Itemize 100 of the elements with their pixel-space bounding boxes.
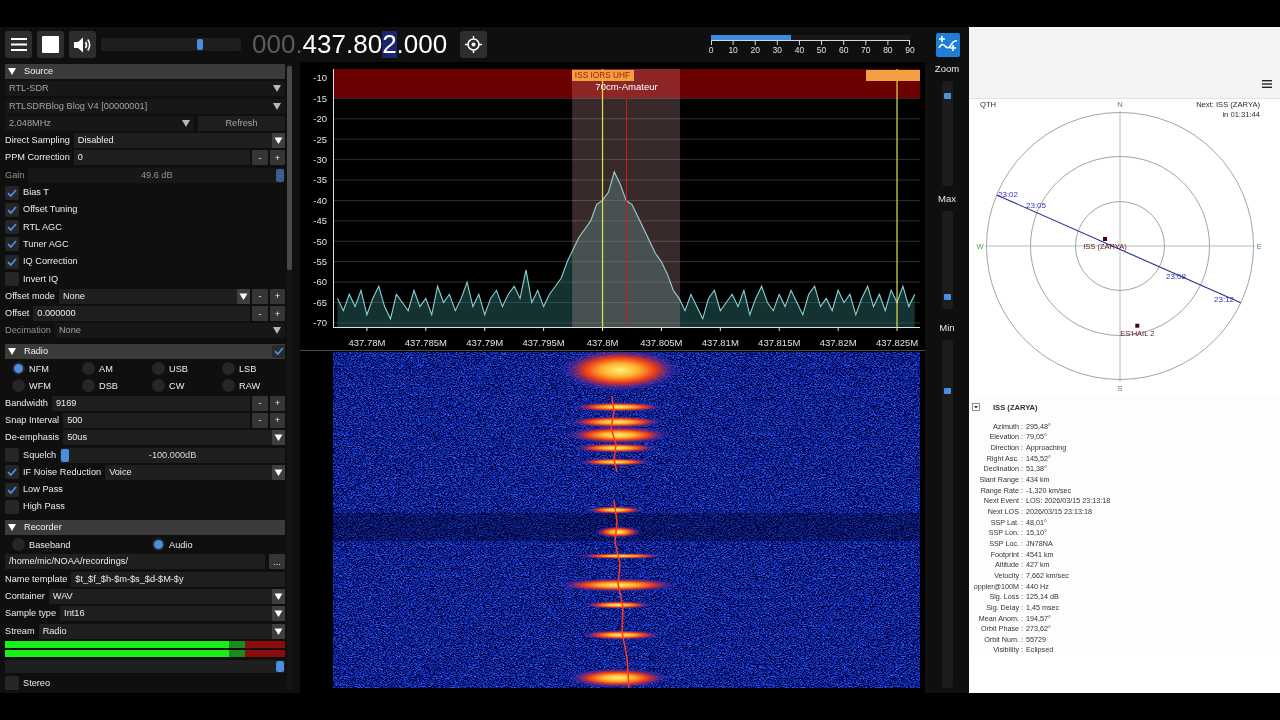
caret-icon: [8, 68, 16, 75]
increment-button[interactable]: +: [270, 395, 285, 411]
caret-icon: [8, 523, 16, 531]
slider-handle[interactable]: [61, 448, 70, 462]
frequency-display[interactable]: 000.437.802.000: [252, 31, 448, 58]
slider-handle[interactable]: [276, 661, 284, 673]
checkbox[interactable]: [5, 185, 19, 200]
checkbox[interactable]: [5, 237, 19, 252]
option-label[interactable]: LSB: [239, 363, 257, 374]
option-label[interactable]: High Pass: [23, 499, 65, 515]
option-label[interactable]: IF Noise Reduction: [23, 464, 102, 480]
radio-button[interactable]: [152, 538, 165, 551]
slider-handle[interactable]: [943, 387, 951, 394]
slider-handle[interactable]: [943, 293, 951, 300]
option-label[interactable]: Audio: [169, 539, 193, 550]
radio-button[interactable]: [12, 362, 25, 376]
vertical-slider[interactable]: [941, 81, 953, 186]
chart-icon[interactable]: [936, 32, 960, 57]
scrollbar[interactable]: [287, 64, 292, 690]
slider-handle[interactable]: [943, 92, 951, 99]
radio-button[interactable]: [12, 538, 25, 551]
dropdown[interactable]: Radio: [38, 623, 285, 639]
checkbox[interactable]: [5, 202, 19, 217]
option-label[interactable]: AM: [99, 363, 113, 374]
option-label[interactable]: RTL AGC: [23, 219, 62, 235]
increment-button[interactable]: +: [270, 412, 285, 428]
scale-label: 40: [794, 45, 805, 55]
option-label[interactable]: Bias T: [23, 185, 49, 201]
text-field[interactable]: /home/mic/NOAA/recordings/: [5, 554, 265, 570]
dropdown[interactable]: Int16: [60, 606, 285, 622]
dropdown[interactable]: None: [58, 288, 250, 304]
collapse-icon[interactable]: [972, 403, 980, 411]
vertical-slider[interactable]: [941, 340, 953, 688]
option-label[interactable]: Low Pass: [23, 482, 63, 498]
number-field[interactable]: 0: [73, 150, 250, 166]
option-label[interactable]: USB: [169, 363, 188, 374]
option-label[interactable]: CW: [169, 380, 185, 391]
center-button[interactable]: [460, 31, 488, 58]
option-label[interactable]: DSB: [99, 380, 118, 391]
option-label[interactable]: Baseband: [29, 539, 71, 550]
option-label[interactable]: Tuner AGC: [23, 236, 69, 252]
caret-icon: [237, 288, 250, 304]
field-label: Offset mode: [5, 289, 55, 303]
scrollbar-thumb[interactable]: [287, 66, 292, 270]
option-label[interactable]: Invert IQ: [23, 271, 59, 287]
option-label[interactable]: Offset Tuning: [23, 202, 78, 218]
radio-button[interactable]: [222, 362, 235, 376]
decrement-button[interactable]: -: [252, 288, 268, 304]
vfo-band[interactable]: [572, 98, 681, 327]
menu-icon[interactable]: [1262, 80, 1272, 88]
radio-button[interactable]: [82, 379, 95, 393]
y-axis-label: -60: [313, 276, 327, 288]
option-label[interactable]: RAW: [239, 380, 261, 391]
radio-button[interactable]: [222, 379, 235, 393]
volume-slider[interactable]: [101, 38, 241, 51]
decrement-button[interactable]: -: [252, 395, 268, 411]
volume-button[interactable]: [69, 31, 96, 58]
option-label[interactable]: WFM: [29, 380, 51, 391]
slider[interactable]: -100.000dB: [60, 447, 285, 463]
stop-button[interactable]: [37, 31, 64, 58]
radio-button[interactable]: [82, 362, 95, 376]
radio-button[interactable]: [152, 379, 165, 393]
dropdown[interactable]: WAV: [48, 588, 285, 604]
caret-icon: [273, 102, 281, 110]
y-axis-label: -70: [313, 317, 327, 329]
checkbox[interactable]: [5, 220, 19, 235]
number-field[interactable]: 0.000000: [33, 306, 250, 322]
decrement-button[interactable]: -: [252, 150, 268, 166]
checkbox[interactable]: [5, 482, 19, 497]
number-field[interactable]: 9169: [51, 395, 250, 411]
dropdown[interactable]: Disabled: [73, 133, 285, 149]
number-field[interactable]: 500: [63, 412, 250, 428]
menu-button[interactable]: [5, 31, 32, 58]
scale-label: 10: [728, 45, 738, 55]
checkbox[interactable]: [5, 254, 19, 269]
slider[interactable]: [5, 660, 285, 674]
radio-button[interactable]: [152, 362, 165, 376]
checkbox[interactable]: [5, 465, 19, 480]
vertical-slider[interactable]: [941, 211, 953, 309]
slider-handle[interactable]: [197, 39, 204, 50]
dropdown[interactable]: 50us: [63, 430, 285, 446]
option-label[interactable]: Stereo: [23, 675, 51, 691]
checkbox[interactable]: [272, 344, 285, 358]
section-header[interactable]: Recorder: [5, 519, 285, 535]
dropdown[interactable]: Voice: [105, 464, 285, 480]
increment-button[interactable]: +: [270, 288, 285, 304]
increment-button[interactable]: +: [270, 150, 285, 166]
browse-button[interactable]: ...: [269, 554, 285, 570]
option-label[interactable]: NFM: [29, 363, 49, 374]
section-header[interactable]: Source: [5, 64, 285, 79]
increment-button[interactable]: +: [270, 306, 285, 322]
option-label[interactable]: IQ Correction: [23, 254, 78, 270]
option-label[interactable]: Squelch: [23, 447, 57, 463]
text-field[interactable]: $t_$f_$h-$m-$s_$d-$M-$y: [71, 571, 285, 587]
field-label: Direct Sampling: [5, 134, 70, 148]
decrement-button[interactable]: -: [252, 306, 268, 322]
section-header[interactable]: Radio: [5, 343, 285, 359]
radio-button[interactable]: [12, 379, 25, 393]
bookmark-tag[interactable]: ISS IORS UHF: [571, 70, 634, 81]
decrement-button[interactable]: -: [252, 412, 268, 428]
